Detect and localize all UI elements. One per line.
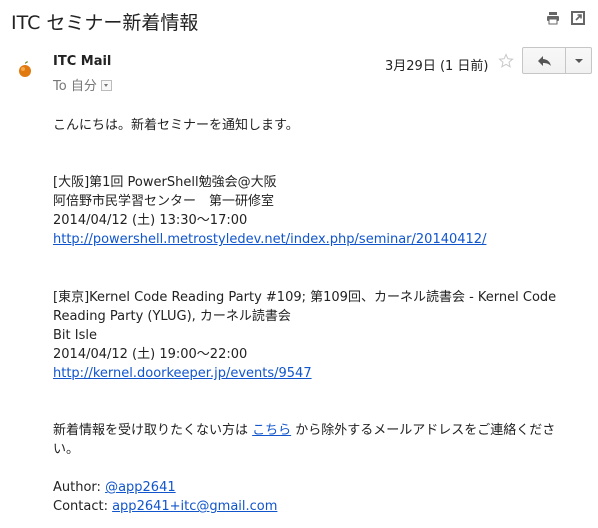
- chevron-down-icon: [575, 59, 583, 63]
- seminar-venue: 阿倍野市民学習センター 第一研修室: [53, 194, 275, 209]
- seminar-title: [東京]Kernel Code Reading Party #109; 第109…: [53, 290, 557, 324]
- unsubscribe-notice: 新着情報を受け取りたくない方は こちら から除外するメールアドレスをご連絡くださ…: [53, 421, 573, 459]
- seminar-title: [大阪]第1回 PowerShell勉強会@大阪: [53, 175, 277, 190]
- star-icon[interactable]: [498, 53, 514, 69]
- unsubscribe-link[interactable]: こちら: [252, 423, 291, 438]
- seminar-block-1: [大阪]第1回 PowerShell勉強会@大阪 阿倍野市民学習センター 第一研…: [53, 173, 583, 249]
- author-link[interactable]: @app2641: [105, 480, 176, 495]
- print-icon[interactable]: [546, 10, 560, 25]
- contact-label: Contact:: [53, 499, 113, 514]
- sender-name[interactable]: ITC Mail: [53, 54, 111, 69]
- seminar-datetime: 2014/04/12 (土) 13:30～17:00: [53, 213, 248, 228]
- unsubscribe-text-before: 新着情報を受け取りたくない方は: [53, 423, 253, 438]
- message-date[interactable]: 3月29日 (1 日前): [385, 55, 489, 74]
- seminar-venue: Bit Isle: [53, 328, 97, 343]
- new-window-icon[interactable]: [571, 10, 585, 25]
- signature: Author: @app2641 Contact: app2641+itc@gm…: [53, 478, 583, 516]
- seminar-link[interactable]: http://kernel.doorkeeper.jp/events/9547: [53, 366, 312, 381]
- message-greeting: こんにちは。新着セミナーを通知します。: [53, 118, 299, 133]
- more-actions-button[interactable]: [565, 47, 592, 74]
- seminar-link[interactable]: http://powershell.metrostyledev.net/inde…: [53, 232, 486, 247]
- recipient-details-dropdown-icon[interactable]: [100, 80, 112, 91]
- reply-icon: [538, 56, 551, 66]
- reply-button[interactable]: [522, 47, 566, 74]
- seminar-block-2: [東京]Kernel Code Reading Party #109; 第109…: [53, 288, 583, 383]
- author-label: Author:: [53, 480, 106, 495]
- email-subject: ITC セミナー新着情報: [11, 12, 199, 34]
- seminar-datetime: 2014/04/12 (土) 19:00～22:00: [53, 347, 248, 362]
- contact-email-link[interactable]: app2641+itc@gmail.com: [112, 499, 277, 514]
- avatar: [11, 56, 39, 84]
- recipient-line[interactable]: To 自分: [53, 75, 112, 94]
- recipient-label: To 自分: [53, 79, 97, 94]
